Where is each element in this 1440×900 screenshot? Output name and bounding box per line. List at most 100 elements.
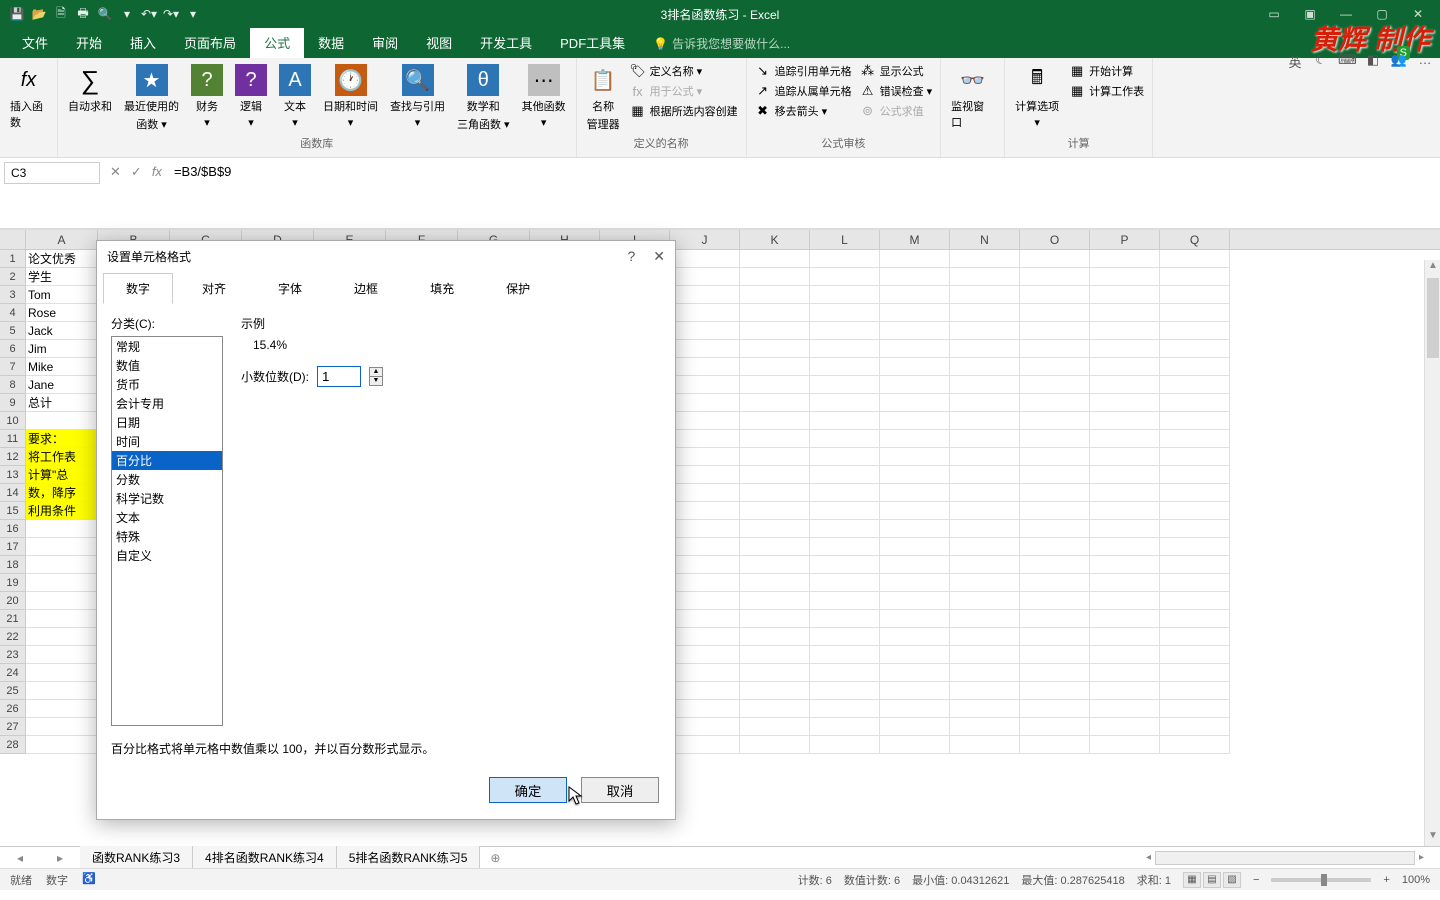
- cell[interactable]: [1090, 322, 1160, 340]
- cell[interactable]: [950, 556, 1020, 574]
- cell[interactable]: [810, 520, 880, 538]
- cell[interactable]: [26, 736, 98, 754]
- cell[interactable]: [1160, 376, 1230, 394]
- cell[interactable]: [1160, 304, 1230, 322]
- cell[interactable]: [1160, 592, 1230, 610]
- hscroll-left-icon[interactable]: ◂: [1146, 852, 1151, 863]
- cell[interactable]: [810, 412, 880, 430]
- row-header[interactable]: 12: [0, 448, 26, 466]
- cell[interactable]: [740, 322, 810, 340]
- qat-quickprint-icon[interactable]: 🖶: [74, 5, 92, 23]
- cell[interactable]: [1160, 430, 1230, 448]
- cell[interactable]: [740, 592, 810, 610]
- col-header[interactable]: M: [880, 230, 950, 249]
- cell[interactable]: [950, 322, 1020, 340]
- cell[interactable]: [880, 502, 950, 520]
- cell[interactable]: Jack: [26, 322, 98, 340]
- cell[interactable]: [1160, 412, 1230, 430]
- cell[interactable]: [1020, 304, 1090, 322]
- lookup-button[interactable]: 🔍 查找与引用▾: [386, 62, 449, 131]
- cell[interactable]: [880, 574, 950, 592]
- select-all-corner[interactable]: [0, 230, 26, 249]
- datetime-button[interactable]: 🕐 日期和时间▾: [319, 62, 382, 131]
- cell[interactable]: [740, 448, 810, 466]
- cell[interactable]: [740, 628, 810, 646]
- cell[interactable]: [880, 376, 950, 394]
- cell[interactable]: [1160, 502, 1230, 520]
- cell[interactable]: [1020, 448, 1090, 466]
- sheet-tab-5[interactable]: 5排名函数RANK练习5: [337, 846, 481, 869]
- tab-review[interactable]: 审阅: [358, 27, 412, 58]
- row-header[interactable]: 7: [0, 358, 26, 376]
- cell[interactable]: [1090, 592, 1160, 610]
- more-functions-button[interactable]: ⋯ 其他函数▾: [518, 62, 570, 131]
- col-header[interactable]: L: [810, 230, 880, 249]
- cell[interactable]: [1090, 628, 1160, 646]
- calc-sheet-button[interactable]: ▦计算工作表: [1067, 82, 1146, 100]
- qat-open-icon[interactable]: 📂: [30, 5, 48, 23]
- calc-now-button[interactable]: ▦开始计算: [1067, 62, 1146, 80]
- cell[interactable]: [1020, 430, 1090, 448]
- cell[interactable]: [1020, 484, 1090, 502]
- cell[interactable]: 要求：: [26, 430, 98, 448]
- row-header[interactable]: 20: [0, 592, 26, 610]
- row-header[interactable]: 1: [0, 250, 26, 268]
- cell[interactable]: [950, 682, 1020, 700]
- ime-keyboard-icon[interactable]: ⌨: [1338, 52, 1356, 71]
- category-item[interactable]: 日期: [112, 413, 222, 432]
- cell[interactable]: [810, 250, 880, 268]
- cell[interactable]: [810, 646, 880, 664]
- recent-functions-button[interactable]: ★ 最近使用的 函数 ▾: [120, 62, 183, 134]
- dlg-tab-alignment[interactable]: 对齐: [179, 273, 249, 304]
- row-header[interactable]: 24: [0, 664, 26, 682]
- cell[interactable]: [880, 682, 950, 700]
- cell[interactable]: Rose: [26, 304, 98, 322]
- cell[interactable]: [880, 736, 950, 754]
- cell[interactable]: [1020, 466, 1090, 484]
- cell[interactable]: [950, 466, 1020, 484]
- cell[interactable]: [1160, 664, 1230, 682]
- cell[interactable]: [1090, 520, 1160, 538]
- cell[interactable]: [26, 592, 98, 610]
- row-header[interactable]: 4: [0, 304, 26, 322]
- row-header[interactable]: 17: [0, 538, 26, 556]
- row-header[interactable]: 16: [0, 520, 26, 538]
- cell[interactable]: [740, 466, 810, 484]
- tab-insert[interactable]: 插入: [116, 27, 170, 58]
- category-item[interactable]: 分数: [112, 470, 222, 489]
- cell[interactable]: [1160, 736, 1230, 754]
- row-header[interactable]: 26: [0, 700, 26, 718]
- cell[interactable]: [950, 502, 1020, 520]
- show-formulas-button[interactable]: ⁂显示公式: [858, 62, 935, 80]
- cell[interactable]: [740, 610, 810, 628]
- row-header[interactable]: 6: [0, 340, 26, 358]
- cancel-button[interactable]: 取消: [581, 777, 659, 803]
- cell[interactable]: [880, 700, 950, 718]
- ime-people-icon[interactable]: 👥: [1390, 52, 1408, 71]
- tab-home[interactable]: 开始: [62, 27, 116, 58]
- cell[interactable]: [1090, 610, 1160, 628]
- cell[interactable]: [670, 250, 740, 268]
- cell[interactable]: [1090, 736, 1160, 754]
- cell[interactable]: [26, 574, 98, 592]
- watch-window-button[interactable]: 👓 监视窗口: [947, 62, 998, 132]
- cell[interactable]: [740, 682, 810, 700]
- evaluate-formula-button[interactable]: ⊚公式求值: [858, 102, 935, 120]
- cell[interactable]: 利用条件: [26, 502, 98, 520]
- category-list[interactable]: 常规数值货币会计专用日期时间百分比分数科学记数文本特殊自定义: [111, 336, 223, 726]
- scroll-down-icon[interactable]: ▼: [1425, 830, 1440, 846]
- row-header[interactable]: 22: [0, 628, 26, 646]
- cell[interactable]: [1090, 718, 1160, 736]
- cell[interactable]: [670, 520, 740, 538]
- cell[interactable]: [880, 268, 950, 286]
- cell[interactable]: [740, 394, 810, 412]
- dialog-close-button[interactable]: ✕: [653, 248, 665, 265]
- fx-button-icon[interactable]: fx: [152, 164, 162, 180]
- col-header[interactable]: P: [1090, 230, 1160, 249]
- cell[interactable]: [670, 736, 740, 754]
- cell[interactable]: [950, 358, 1020, 376]
- cell[interactable]: [1160, 340, 1230, 358]
- cell[interactable]: [1090, 502, 1160, 520]
- cell[interactable]: [1160, 358, 1230, 376]
- col-header[interactable]: Q: [1160, 230, 1230, 249]
